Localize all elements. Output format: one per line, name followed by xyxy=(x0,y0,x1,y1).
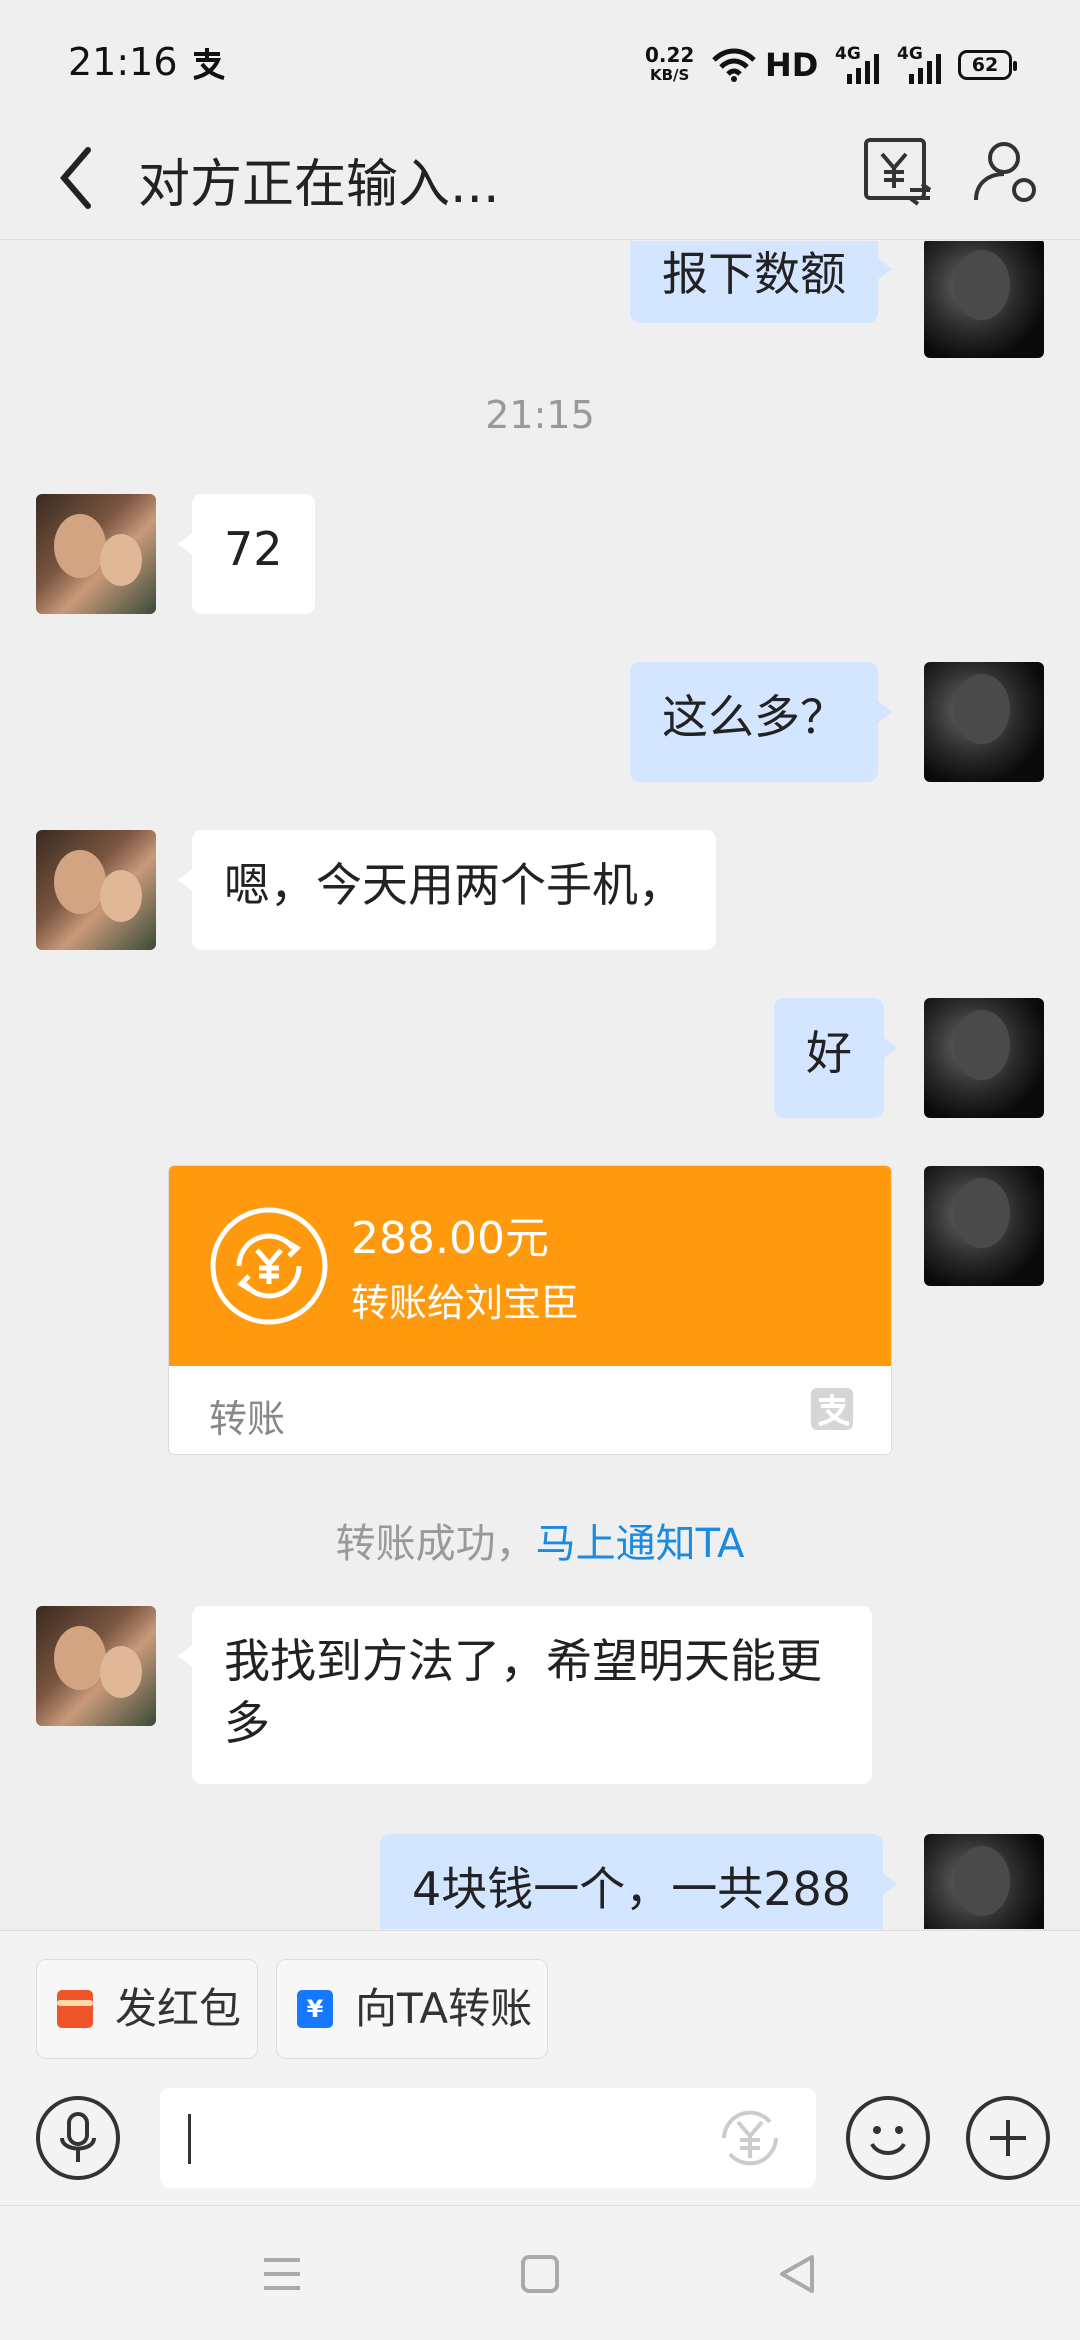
red-packet-icon xyxy=(57,1990,93,2028)
back-arrow-icon[interactable] xyxy=(48,138,108,218)
transfer-recipient: 转账给刘宝臣 xyxy=(351,1281,580,1325)
quick-actions-bar: 发红包 ¥ 向TA转账 xyxy=(0,1930,1080,2060)
notify-ta-link[interactable]: 马上通知TA xyxy=(536,1521,745,1567)
battery-indicator: 62 xyxy=(958,50,1017,80)
status-time: 21:16 xyxy=(68,40,178,84)
message-bubble-received: 我找到方法了，希望明天能更多 xyxy=(178,1606,872,1784)
emoji-button[interactable] xyxy=(846,2096,930,2180)
transfer-notice-text: 转账成功， xyxy=(335,1521,536,1567)
transfer-label: 转账 xyxy=(209,1397,286,1441)
text-cursor xyxy=(188,2114,191,2164)
microphone-icon xyxy=(60,2112,96,2162)
message-bubble-sent: 4块钱一个，一共288 xyxy=(380,1834,898,1929)
transfer-amount: 288.00元 xyxy=(351,1213,549,1264)
status-bar: 21:16 0.22 KB/S HD 4G 4G 62 xyxy=(0,0,1080,120)
menu-icon[interactable] xyxy=(262,2256,302,2292)
smiley-icon xyxy=(870,2126,906,2155)
profile-settings-icon[interactable] xyxy=(970,134,1044,208)
contact-avatar[interactable] xyxy=(36,830,156,950)
transfer-exchange-icon xyxy=(210,1207,328,1325)
home-icon[interactable] xyxy=(520,2254,560,2294)
signal-4g-1: 4G xyxy=(835,44,881,84)
red-packet-label: 发红包 xyxy=(115,1984,242,2033)
net-speed: 0.22 KB/S xyxy=(645,45,694,85)
contact-avatar[interactable] xyxy=(36,494,156,614)
alipay-icon xyxy=(193,48,225,80)
chat-title: 对方正在输入... xyxy=(138,155,500,215)
transfer-notice: 转账成功，马上通知TA xyxy=(0,1511,1080,1569)
back-triangle-icon[interactable] xyxy=(776,2254,816,2294)
hd-label: HD xyxy=(765,46,819,84)
chat-header: 对方正在输入... xyxy=(0,120,1080,240)
plus-icon xyxy=(990,2120,1026,2156)
message-bubble-sent: 报下数额 xyxy=(630,241,892,323)
transfer-card[interactable]: 288.00元 转账给刘宝臣 转账 xyxy=(168,1165,892,1455)
transfer-yuan-icon: ¥ xyxy=(297,1990,333,2028)
input-bar xyxy=(0,2060,1080,2206)
signal-bars-icon xyxy=(847,54,879,84)
message-bubble-sent: 这么多？ xyxy=(630,662,892,782)
alipay-logo-icon xyxy=(811,1388,853,1430)
system-nav-bar xyxy=(0,2206,1080,2340)
my-avatar[interactable] xyxy=(924,998,1044,1118)
my-avatar[interactable] xyxy=(924,662,1044,782)
transfer-yuan-icon[interactable] xyxy=(860,134,934,208)
my-avatar[interactable] xyxy=(924,241,1044,358)
message-bubble-received: 72 xyxy=(178,494,315,614)
transfer-amount-icon[interactable] xyxy=(712,2100,788,2176)
my-avatar[interactable] xyxy=(924,1166,1044,1286)
transfer-to-ta-label: 向TA转账 xyxy=(355,1984,533,2033)
transfer-to-ta-button[interactable]: ¥ 向TA转账 xyxy=(276,1959,548,2059)
message-timestamp: 21:15 xyxy=(485,393,595,437)
message-bubble-received: 嗯，今天用两个手机， xyxy=(178,830,716,950)
net-speed-value: 0.22 xyxy=(645,43,695,67)
message-bubble-sent: 好 xyxy=(774,998,898,1118)
contact-avatar[interactable] xyxy=(36,1606,156,1726)
red-packet-button[interactable]: 发红包 xyxy=(36,1959,258,2059)
chat-area[interactable]: 报下数额 21:15 72 这么多？ 嗯，今天用两个手机， 好 288.00元 … xyxy=(0,241,1080,1929)
my-avatar[interactable] xyxy=(924,1834,1044,1929)
more-options-button[interactable] xyxy=(966,2096,1050,2180)
voice-input-button[interactable] xyxy=(36,2096,120,2180)
signal-4g-2: 4G xyxy=(897,44,943,84)
signal-bars-icon xyxy=(909,54,941,84)
transfer-card-header: 288.00元 转账给刘宝臣 xyxy=(169,1166,891,1366)
net-speed-unit: KB/S xyxy=(650,66,690,84)
wifi-icon xyxy=(712,48,756,82)
